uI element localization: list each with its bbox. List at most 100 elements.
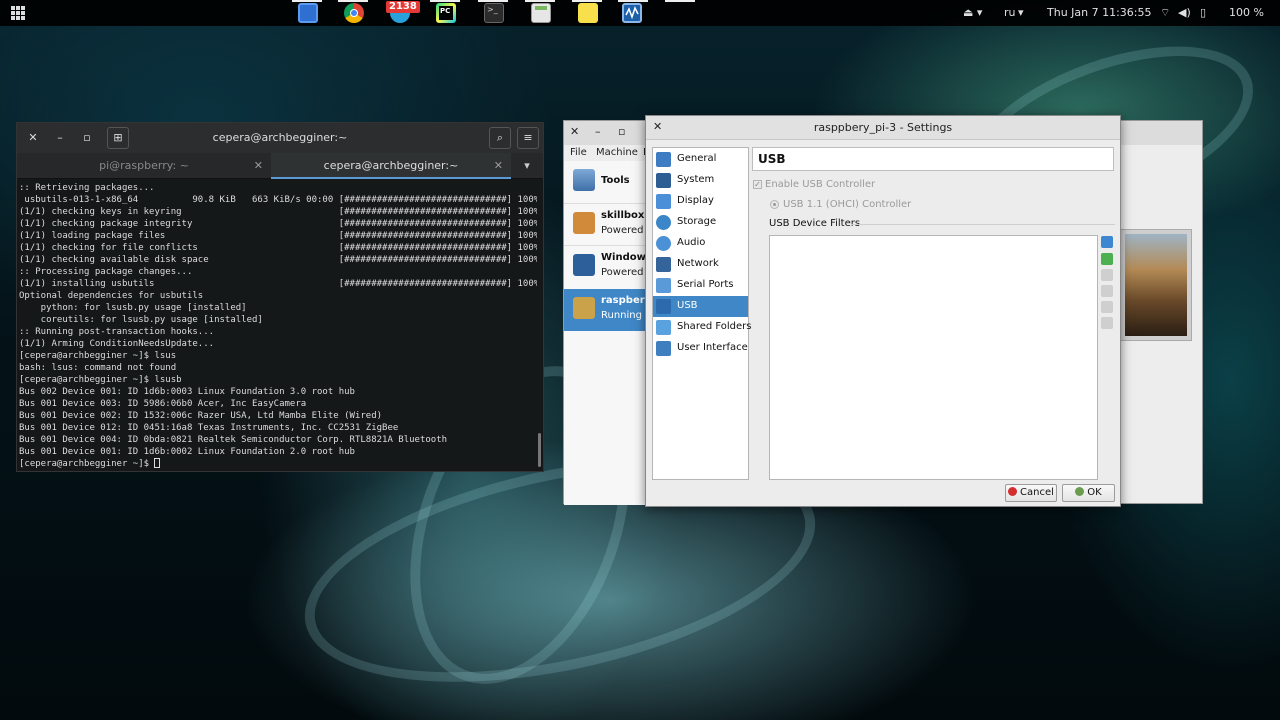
terminal-line: (1/1) installing usbutils [#############… <box>19 279 537 289</box>
edit-filter-icon[interactable] <box>1101 269 1113 281</box>
category-system[interactable]: System <box>653 170 748 191</box>
enable-usb-checkbox[interactable]: ✓ <box>753 180 762 189</box>
dock-indicator <box>338 0 368 2</box>
battery-icon[interactable]: ▯ <box>1200 6 1206 19</box>
vm-name: raspbery_pi-3 <box>601 295 646 306</box>
storage-icon <box>656 215 671 230</box>
category-general[interactable]: General <box>653 149 748 170</box>
new-tab-icon[interactable]: ⊞ <box>107 127 129 149</box>
terminal-titlebar[interactable]: cepera@archbegginer:~ ✕ – ▫ ⊞ ⌕ ≡ <box>17 123 543 153</box>
tab-pi-raspberry[interactable]: pi@raspberry: ~ ✕ <box>17 153 271 179</box>
category-shared-folders[interactable]: Shared Folders <box>653 317 752 338</box>
general-icon <box>656 152 671 167</box>
close-tab-icon[interactable]: ✕ <box>254 153 263 179</box>
category-label: User Interface <box>677 342 748 353</box>
keyboard-language[interactable]: ru <box>1004 6 1016 19</box>
terminal-scrollbar[interactable] <box>538 433 541 467</box>
terminal-title: cepera@archbegginer:~ <box>212 131 348 144</box>
terminal-output[interactable]: :: Retrieving packages... usbutils-013-1… <box>19 182 537 470</box>
maximize-icon[interactable]: ▫ <box>79 130 95 146</box>
terminal-line: (1/1) checking keys in keyring [########… <box>19 207 537 217</box>
terminal-line: Bus 002 Device 001: ID 1d6b:0003 Linux F… <box>19 387 355 397</box>
pycharm-icon[interactable]: PC <box>436 3 456 23</box>
system-icon <box>656 173 671 188</box>
virtualbox-icon[interactable] <box>622 3 642 23</box>
minimize-icon[interactable]: – <box>52 130 68 146</box>
enable-usb-label: Enable USB Controller <box>765 179 876 190</box>
vm-item-windows10[interactable]: Windows 10 Powered Off <box>564 245 646 287</box>
clock[interactable]: Thu Jan 7 11:36:55 <box>1047 6 1152 19</box>
volume-icon[interactable]: ◀) <box>1178 6 1191 19</box>
move-down-icon[interactable] <box>1101 317 1113 329</box>
usb-filters-list[interactable] <box>769 235 1098 480</box>
move-up-icon[interactable] <box>1101 301 1113 313</box>
category-usb[interactable]: USB <box>653 296 748 317</box>
terminal-line: python: for lsusb.py usage [installed] <box>19 303 247 313</box>
tabs-dropdown-icon[interactable]: ▾ <box>511 153 543 179</box>
menu-file[interactable]: File <box>570 147 587 158</box>
calculator-icon[interactable] <box>531 3 551 23</box>
usb11-radio[interactable] <box>770 200 779 209</box>
minimize-icon[interactable]: – <box>595 125 601 138</box>
terminal-line: (1/1) checking for file conflicts [#####… <box>19 243 537 253</box>
add-filter-icon[interactable] <box>1101 236 1113 248</box>
settings-titlebar[interactable]: rasppbery_pi-3 - Settings ✕ <box>646 116 1120 140</box>
tools-label: Tools <box>601 175 630 186</box>
network-icon <box>656 257 671 272</box>
notes-icon[interactable] <box>578 3 598 23</box>
tab-cepera-archbegginer[interactable]: cepera@archbegginer:~ ✕ <box>271 153 511 179</box>
close-icon[interactable]: ✕ <box>570 125 579 138</box>
terminal-line: (1/1) checking package integrity [######… <box>19 219 537 229</box>
dock-indicator <box>292 0 322 2</box>
vm-state: Powered Off <box>601 225 646 236</box>
vm-item-skillboxubuntu[interactable]: skillboxUbuntu Powered Off <box>564 203 646 245</box>
search-icon[interactable]: ⌕ <box>489 127 511 149</box>
category-label: System <box>677 174 715 185</box>
wifi-icon[interactable]: ⌔ <box>1160 6 1170 20</box>
category-label: Network <box>677 258 719 269</box>
filters-label: USB Device Filters <box>769 218 861 229</box>
category-audio[interactable]: Audio <box>653 233 748 254</box>
usb11-label: USB 1.1 (OHCI) Controller <box>783 199 912 210</box>
terminal-line: bash: lsus: command not found <box>19 363 177 373</box>
terminal-line: [cepera@archbegginer ~]$ <box>19 458 537 470</box>
category-label: Shared Folders <box>677 321 752 332</box>
category-label: Storage <box>677 216 717 227</box>
chrome-icon[interactable] <box>344 3 364 23</box>
cancel-button[interactable]: Cancel <box>1005 484 1057 502</box>
remove-filter-icon[interactable] <box>1101 285 1113 297</box>
terminal-icon[interactable]: >_ <box>484 3 504 23</box>
terminal-cursor <box>154 458 161 468</box>
terminal-line: Optional dependencies for usbutils <box>19 291 204 301</box>
tools-item[interactable]: Tools <box>564 161 646 203</box>
dock-indicator <box>525 0 555 2</box>
terminal-line: :: Processing package changes... <box>19 267 193 277</box>
close-icon[interactable]: ✕ <box>653 120 662 133</box>
terminal-window: cepera@archbegginer:~ ✕ – ▫ ⊞ ⌕ ≡ pi@ras… <box>16 122 544 472</box>
category-user-interface[interactable]: User Interface <box>653 338 748 359</box>
vm-item-raspbery-pi-3[interactable]: raspbery_pi-3 Running <box>564 289 646 331</box>
terminal-line: (1/1) loading package files [###########… <box>19 231 537 241</box>
files-icon[interactable] <box>298 3 318 23</box>
maximize-icon[interactable]: ▫ <box>618 125 625 138</box>
close-icon[interactable]: ✕ <box>25 130 41 146</box>
vm-list: Tools skillboxUbuntu Powered Off Windows… <box>564 161 646 505</box>
notification-badge: 2138 <box>386 1 420 13</box>
settings-title: rasppbery_pi-3 - Settings <box>813 121 953 134</box>
category-network[interactable]: Network <box>653 254 748 275</box>
category-storage[interactable]: Storage <box>653 212 748 233</box>
eject-indicator[interactable]: ⏏ ▾ <box>963 6 982 19</box>
terminal-line: Bus 001 Device 002: ID 1532:006c Razer U… <box>19 411 383 421</box>
category-label: General <box>677 153 717 164</box>
hamburger-menu-icon[interactable]: ≡ <box>517 127 539 149</box>
close-tab-icon[interactable]: ✕ <box>494 153 503 179</box>
divider <box>851 224 1115 225</box>
menu-machine[interactable]: Machine <box>596 147 638 158</box>
terminal-line: usbutils-013-1-x86_64 90.8 KiB 663 KiB/s… <box>19 195 537 205</box>
language-chevron-icon[interactable]: ▾ <box>1018 6 1024 19</box>
ok-button[interactable]: OK <box>1062 484 1115 502</box>
add-from-device-icon[interactable] <box>1101 253 1113 265</box>
app-grid-icon[interactable] <box>11 6 25 20</box>
category-serial-ports[interactable]: Serial Ports <box>653 275 748 296</box>
category-display[interactable]: Display <box>653 191 748 212</box>
